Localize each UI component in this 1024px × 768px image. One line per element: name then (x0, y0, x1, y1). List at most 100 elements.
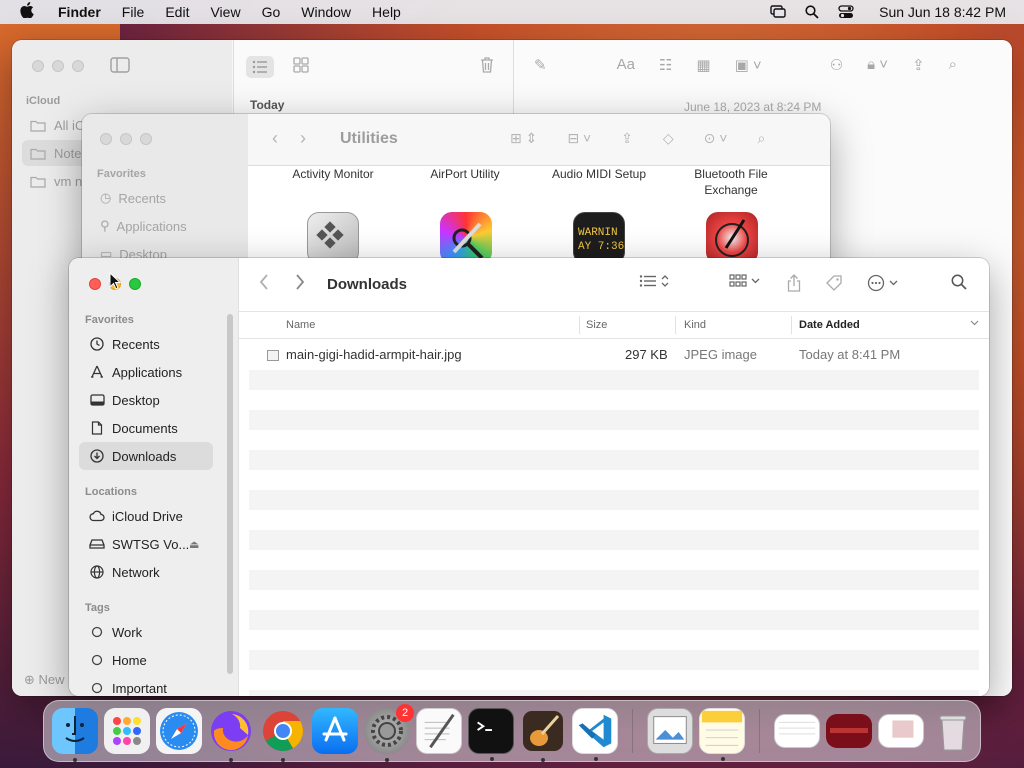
tag-button[interactable] (825, 274, 843, 292)
zoom-button[interactable] (129, 278, 141, 290)
dock-app-store[interactable] (312, 708, 358, 754)
back-chevron-icon[interactable]: ‹ (272, 128, 278, 149)
column-divider[interactable] (579, 316, 580, 334)
close-button[interactable] (32, 60, 44, 72)
app-audio-midi-setup[interactable]: Audio MIDI Setup (534, 166, 664, 182)
menubar-clock[interactable]: Sun Jun 18 8:42 PM (879, 4, 1006, 20)
dock-minimized-chrome-window[interactable] (774, 714, 820, 748)
dock-launchpad[interactable] (104, 708, 150, 754)
share-icon[interactable]: ⇪ (912, 56, 925, 74)
group-by-button[interactable] (729, 274, 760, 288)
checklist-icon[interactable]: ☷ (659, 56, 672, 74)
more-actions-button[interactable] (867, 274, 898, 292)
dock-garageband[interactable] (520, 708, 566, 762)
console-icon[interactable]: WARNIN AY 7:36 (573, 212, 625, 264)
column-divider[interactable] (791, 316, 792, 334)
group-icon[interactable]: ⊟ ˅ (567, 130, 591, 147)
view-mode-button[interactable] (639, 274, 669, 288)
menu-edit[interactable]: Edit (165, 4, 189, 20)
column-date-added[interactable]: Date Added (799, 319, 860, 331)
gallery-view-icon[interactable] (292, 56, 310, 74)
zoom-button[interactable] (72, 60, 84, 72)
sort-chevron-icon[interactable] (970, 318, 979, 329)
sidebar-item-network[interactable]: Network (79, 558, 213, 586)
minimize-button[interactable] (120, 133, 132, 145)
new-folder-button[interactable]: ⊕ New (24, 672, 65, 688)
notes-view-toggle (246, 56, 310, 78)
table-row[interactable]: main-gigi-hadid-armpit-hair.jpg 297 KB J… (249, 340, 979, 370)
column-size[interactable]: Size (586, 319, 607, 331)
media-icon[interactable]: ▣ ˅ (735, 56, 762, 74)
more-actions-icon[interactable]: ⊙ ˅ (704, 130, 728, 147)
dock-minimized-safari-window[interactable] (878, 714, 924, 748)
digital-color-meter-icon[interactable] (706, 212, 758, 264)
close-button[interactable] (89, 278, 101, 290)
dock-vscode[interactable] (572, 708, 618, 761)
dock-trash[interactable] (930, 708, 976, 754)
sidebar-item-applications[interactable]: Applications (79, 358, 213, 386)
app-airport-utility[interactable]: AirPort Utility (400, 166, 530, 182)
close-button[interactable] (100, 133, 112, 145)
back-chevron-icon[interactable] (259, 274, 269, 295)
sidebar-scrollbar[interactable] (227, 314, 233, 674)
sidebar-tag-important[interactable]: Important (79, 674, 213, 696)
dock-chrome[interactable] (260, 708, 306, 762)
minimize-button[interactable] (52, 60, 64, 72)
column-kind[interactable]: Kind (684, 319, 706, 331)
share-icon[interactable]: ⇪ (621, 130, 633, 147)
dock-notes[interactable] (699, 708, 745, 761)
tag-icon[interactable]: ◇ (663, 130, 674, 147)
boot-camp-assistant-icon[interactable] (307, 212, 359, 264)
list-view-icon[interactable] (246, 56, 274, 78)
app-bluetooth-file-exchange[interactable]: Bluetooth File Exchange (666, 166, 796, 198)
text-format-icon[interactable]: Aa (617, 56, 635, 74)
dock-safari[interactable] (156, 708, 202, 754)
lock-icon[interactable]: 🔒︎ ˅ (867, 56, 888, 74)
menu-view[interactable]: View (210, 4, 240, 20)
menu-app-finder[interactable]: Finder (58, 4, 101, 20)
menu-go[interactable]: Go (262, 4, 281, 20)
compose-icon[interactable]: ✎ (534, 56, 547, 74)
dock-firefox[interactable] (208, 708, 254, 762)
collaborate-icon[interactable]: ⚇ (830, 56, 843, 74)
zoom-button[interactable] (140, 133, 152, 145)
sidebar-item-icloud-drive[interactable]: iCloud Drive (79, 502, 213, 530)
utilities-sidebar-recents[interactable]: ◷ Recents (100, 190, 166, 206)
trash-icon[interactable] (479, 56, 495, 77)
search-button[interactable] (951, 274, 967, 290)
sidebar-item-documents[interactable]: Documents (79, 414, 213, 442)
share-button[interactable] (787, 274, 801, 292)
dock-minimized-firefox-window[interactable] (826, 714, 872, 748)
sidebar-tag-home[interactable]: Home (79, 646, 213, 674)
dock-terminal[interactable] (468, 708, 514, 761)
apple-menu-icon[interactable] (20, 2, 42, 22)
forward-chevron-icon[interactable] (295, 274, 305, 295)
menu-help[interactable]: Help (372, 4, 401, 20)
control-center-icon[interactable] (837, 5, 855, 19)
search-icon[interactable]: ⌕ (949, 56, 957, 74)
empty-row (249, 450, 979, 470)
column-name[interactable]: Name (286, 319, 315, 331)
column-divider[interactable] (675, 316, 676, 334)
sidebar-item-desktop[interactable]: Desktop (79, 386, 213, 414)
search-icon[interactable]: ⌕ (757, 130, 765, 147)
dock-textedit[interactable] (416, 708, 462, 754)
sidebar-item-recents[interactable]: Recents (79, 330, 213, 358)
dock-system-settings[interactable]: 2 (364, 704, 414, 762)
sidebar-tag-work[interactable]: Work (79, 618, 213, 646)
dock-preview[interactable] (647, 708, 693, 754)
colorsync-utility-icon[interactable] (440, 212, 492, 264)
forward-chevron-icon[interactable]: › (300, 128, 306, 149)
menu-file[interactable]: File (122, 4, 145, 20)
sidebar-item-downloads[interactable]: Downloads (79, 442, 213, 470)
app-activity-monitor[interactable]: Activity Monitor (268, 166, 398, 182)
icon-view-icon[interactable]: ⊞ ⇕ (510, 130, 537, 147)
sidebar-toggle-icon[interactable] (110, 57, 130, 78)
dock-finder[interactable] (52, 708, 98, 762)
spotlight-search-icon[interactable] (803, 5, 821, 19)
eject-icon[interactable]: ⏏ (189, 538, 199, 551)
table-icon[interactable]: ▦ (696, 56, 710, 74)
utilities-sidebar-applications[interactable]: ⚲ Applications (100, 218, 187, 234)
menu-window[interactable]: Window (301, 4, 351, 20)
screen-mirroring-icon[interactable] (769, 5, 787, 19)
